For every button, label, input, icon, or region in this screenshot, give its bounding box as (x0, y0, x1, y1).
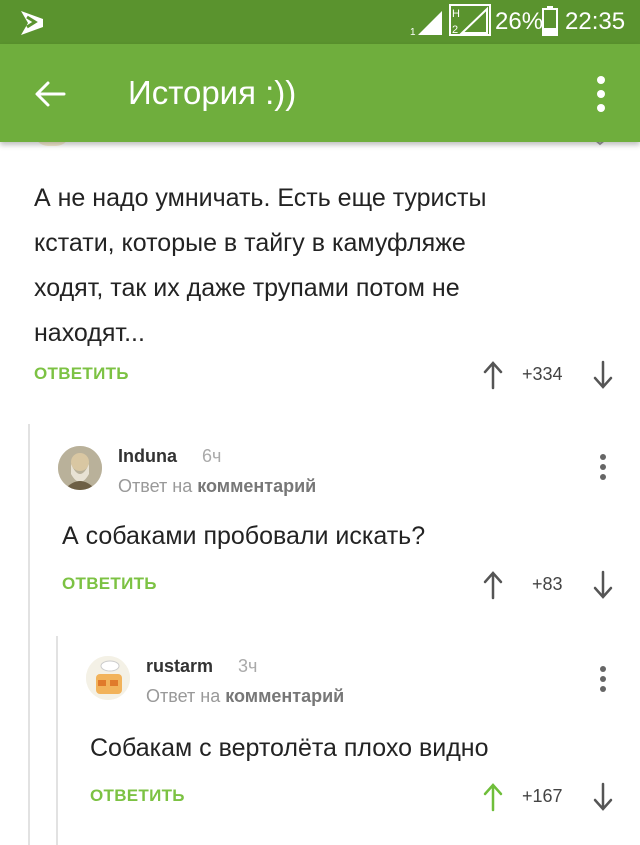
arrow-down-icon[interactable] (592, 570, 614, 600)
back-arrow-icon[interactable] (30, 74, 70, 114)
score: +334 (522, 364, 563, 384)
arrow-up-icon[interactable] (482, 782, 504, 812)
svg-text:1: 1 (410, 27, 416, 36)
reply-to: Ответ на комментарий (146, 686, 345, 706)
vote-controls: +334 (482, 360, 614, 390)
comment-menu-icon[interactable] (597, 454, 609, 484)
reply-button[interactable]: ОТВЕТИТЬ (34, 364, 129, 384)
comment-time: 3ч (238, 656, 258, 676)
score: +167 (522, 786, 563, 806)
comment-text: А собаками пробовали искать? (62, 522, 426, 550)
comment-time: 6ч (202, 446, 222, 466)
svg-text:2: 2 (452, 24, 458, 36)
comment-text: Собакам с вертолёта плохо видно (90, 734, 489, 762)
signal-sim1-icon: 1 (410, 11, 442, 36)
app-bar: История :)) (0, 44, 640, 142)
arrow-up-icon[interactable] (482, 360, 504, 390)
clock: 22:35 (565, 8, 626, 35)
status-bar: 1 H 2 26% 22:35 (0, 0, 640, 44)
app-notification-icon (21, 11, 43, 35)
vote-controls: +167 (482, 782, 614, 812)
reply-button[interactable]: ОТВЕТИТЬ (62, 574, 157, 594)
arrow-up-icon[interactable] (482, 570, 504, 600)
comment-menu-icon[interactable] (597, 666, 609, 696)
thread-line (56, 636, 58, 845)
avatar[interactable] (58, 446, 102, 490)
more-vert-icon[interactable] (586, 72, 616, 116)
parent-comment-link[interactable]: комментарий (225, 686, 344, 706)
battery-percent: 26% (495, 8, 544, 35)
page-title: История :)) (128, 74, 297, 111)
avatar-image (58, 446, 102, 490)
username[interactable]: Induna (118, 446, 177, 467)
svg-text:H: H (452, 8, 460, 20)
parent-comment-link[interactable]: комментарий (197, 476, 316, 496)
username[interactable]: rustarm (146, 656, 213, 677)
avatar-image (86, 656, 130, 700)
arrow-down-icon[interactable] (592, 782, 614, 812)
arrow-down-icon[interactable] (592, 360, 614, 390)
vote-controls: +83 (482, 570, 614, 600)
thread-line (28, 424, 30, 845)
comments-list: А не надо умничать. Есть еще туристы кст… (0, 132, 640, 845)
signal-sim2-icon: H 2 (449, 4, 491, 36)
comment-text: А не надо умничать. Есть еще туристы кст… (34, 184, 487, 347)
reply-button[interactable]: ОТВЕТИТЬ (90, 786, 185, 806)
reply-to: Ответ на комментарий (118, 476, 317, 496)
avatar[interactable] (86, 656, 130, 700)
battery-icon (542, 6, 558, 36)
score: +83 (532, 574, 563, 594)
